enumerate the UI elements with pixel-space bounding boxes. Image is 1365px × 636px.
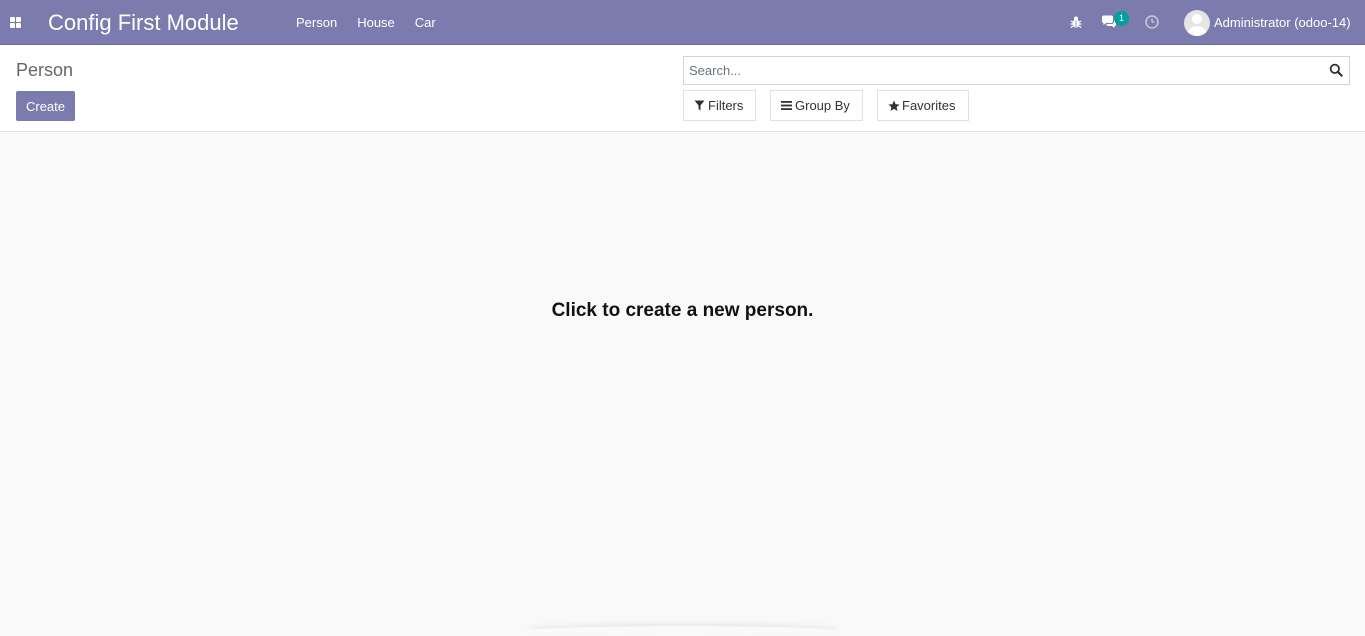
no-content-help: Click to create a new person. [551, 300, 814, 321]
group-by-button[interactable]: Group By [770, 90, 863, 121]
app-brand[interactable]: Config First Module [48, 10, 239, 36]
search-bar [683, 56, 1350, 85]
menu-item-car[interactable]: Car [405, 0, 446, 45]
favorites-button[interactable]: Favorites [877, 90, 969, 121]
group-by-label: Group By [795, 98, 850, 113]
control-panel: Person Create Filters Group By [0, 45, 1365, 132]
list-view-content: Click to create a new person. [0, 132, 1365, 632]
top-navbar: Config First Module Person House Car 1 A… [0, 0, 1365, 45]
star-icon [888, 100, 900, 111]
messages-count-badge: 1 [1114, 11, 1129, 26]
avatar [1184, 9, 1210, 36]
breadcrumb: Person [16, 60, 74, 80]
menu-item-house[interactable]: House [347, 0, 405, 45]
create-button[interactable]: Create [16, 91, 75, 121]
filters-button[interactable]: Filters [683, 90, 756, 121]
favorites-label: Favorites [902, 98, 956, 113]
user-name: Administrator (odoo-14) [1214, 15, 1351, 30]
search-icon[interactable] [1329, 63, 1343, 77]
bug-icon[interactable] [1068, 14, 1084, 30]
decorative-shadow [527, 626, 839, 636]
filters-label: Filters [708, 98, 744, 113]
search-input[interactable] [684, 57, 1324, 84]
menu-sections: Person House Car [286, 0, 446, 45]
list-icon [781, 100, 792, 111]
menu-item-person[interactable]: Person [286, 0, 347, 45]
user-menu[interactable]: Administrator (odoo-14) [1184, 9, 1351, 36]
apps-menu-icon[interactable] [10, 17, 22, 28]
filter-icon [694, 100, 705, 111]
clock-icon[interactable] [1144, 14, 1160, 30]
